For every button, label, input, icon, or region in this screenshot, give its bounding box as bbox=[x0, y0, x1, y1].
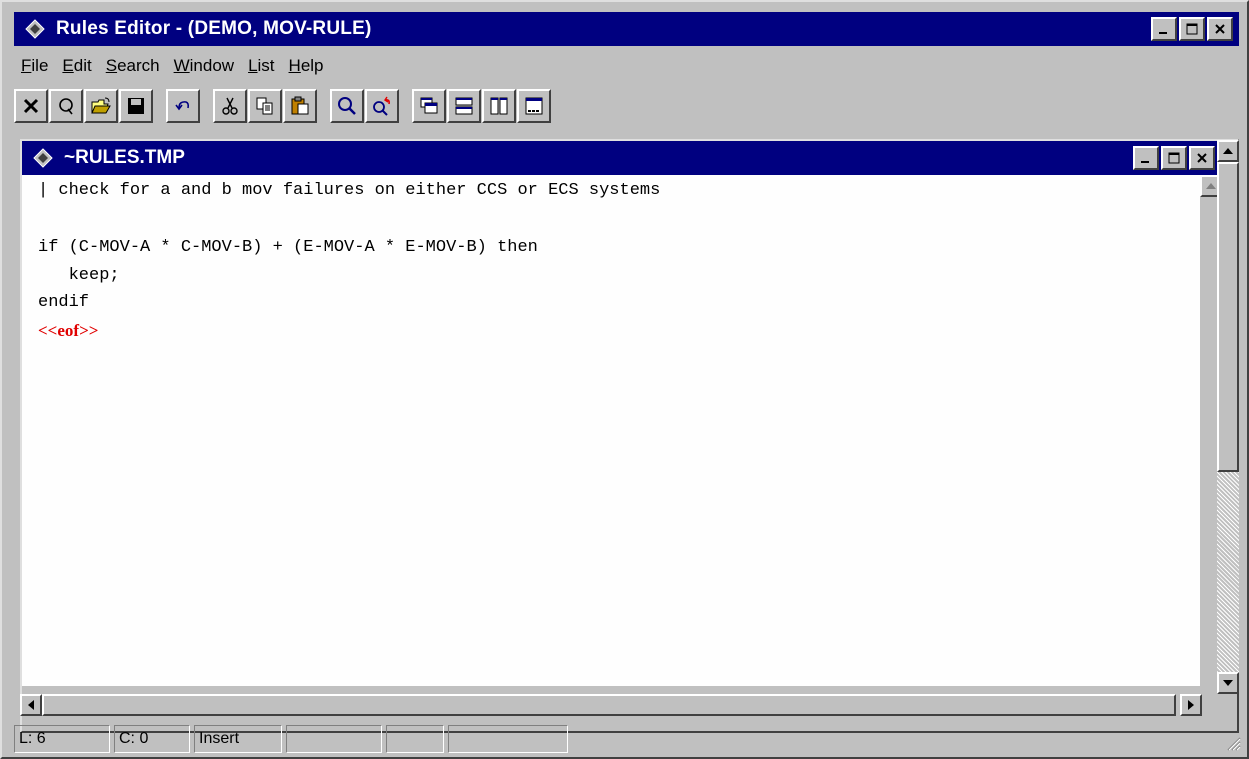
cut-icon[interactable] bbox=[213, 89, 247, 123]
paste-icon[interactable] bbox=[283, 89, 317, 123]
status-empty-cell bbox=[386, 725, 444, 753]
tile-horizontal-icon[interactable] bbox=[447, 89, 481, 123]
status-mode: Insert bbox=[194, 725, 282, 753]
menu-search[interactable]: Search bbox=[99, 56, 167, 76]
menu-list[interactable]: List bbox=[241, 56, 281, 76]
query-icon[interactable] bbox=[49, 89, 83, 123]
menu-edit[interactable]: Edit bbox=[55, 56, 98, 76]
horizontal-scrollbar[interactable] bbox=[20, 694, 1220, 716]
status-bar: L: 6 C: 0 Insert bbox=[14, 725, 572, 753]
main-vertical-scrollbar[interactable] bbox=[1217, 140, 1239, 694]
scroll-up-arrow-icon[interactable] bbox=[1217, 140, 1239, 162]
scroll-track[interactable] bbox=[1217, 472, 1239, 672]
save-disk-icon[interactable] bbox=[119, 89, 153, 123]
status-line: L: 6 bbox=[14, 725, 110, 753]
code-line[interactable]: keep; bbox=[38, 266, 120, 285]
app-diamond-icon[interactable] bbox=[22, 16, 48, 42]
scroll-down-arrow-icon[interactable] bbox=[1217, 672, 1239, 694]
copy-icon[interactable] bbox=[248, 89, 282, 123]
scroll-left-arrow-icon[interactable] bbox=[20, 694, 42, 716]
arrange-icons-icon[interactable] bbox=[517, 89, 551, 123]
rules-editor-window: Rules Editor - (DEMO, MOV-RULE) File Edit… bbox=[0, 0, 1249, 759]
doc-maximize-button[interactable] bbox=[1161, 146, 1187, 170]
code-editor[interactable]: | check for a and b mov failures on eith… bbox=[22, 175, 1200, 686]
document-title-bar[interactable]: ~RULES.TMP bbox=[22, 141, 1217, 175]
open-folder-icon[interactable] bbox=[84, 89, 118, 123]
tile-vertical-icon[interactable] bbox=[482, 89, 516, 123]
find-icon[interactable] bbox=[330, 89, 364, 123]
replace-icon[interactable] bbox=[365, 89, 399, 123]
scroll-thumb[interactable] bbox=[1217, 162, 1239, 472]
scroll-thumb-horizontal[interactable] bbox=[42, 694, 1176, 716]
minimize-button[interactable] bbox=[1151, 17, 1177, 41]
document-diamond-icon[interactable] bbox=[30, 145, 56, 171]
doc-close-button[interactable] bbox=[1189, 146, 1215, 170]
eof-marker: <<eof>> bbox=[38, 321, 99, 340]
menu-file[interactable]: File bbox=[14, 56, 55, 76]
toolbar bbox=[14, 86, 1239, 126]
status-empty-cell bbox=[286, 725, 382, 753]
menu-bar: File Edit Search Window List Help bbox=[14, 49, 331, 83]
close-doc-icon[interactable] bbox=[14, 89, 48, 123]
document-window: ~RULES.TMP | check for a and b mov failu… bbox=[20, 139, 1239, 733]
window-title: Rules Editor - (DEMO, MOV-RULE) bbox=[56, 18, 372, 39]
close-button[interactable] bbox=[1207, 17, 1233, 41]
cascade-windows-icon[interactable] bbox=[412, 89, 446, 123]
resize-grip-icon[interactable] bbox=[1223, 733, 1241, 751]
menu-window[interactable]: Window bbox=[167, 56, 241, 76]
status-column: C: 0 bbox=[114, 725, 190, 753]
code-line[interactable]: endif bbox=[38, 293, 89, 312]
undo-icon[interactable] bbox=[166, 89, 200, 123]
code-line[interactable]: if (C-MOV-A * C-MOV-B) + (E-MOV-A * E-MO… bbox=[38, 238, 538, 257]
doc-minimize-button[interactable] bbox=[1133, 146, 1159, 170]
menu-help[interactable]: Help bbox=[282, 56, 331, 76]
document-title: ~RULES.TMP bbox=[64, 147, 185, 168]
maximize-button[interactable] bbox=[1179, 17, 1205, 41]
scroll-right-arrow-icon[interactable] bbox=[1180, 694, 1202, 716]
title-bar[interactable]: Rules Editor - (DEMO, MOV-RULE) bbox=[14, 12, 1239, 46]
status-empty-cell bbox=[448, 725, 568, 753]
code-line[interactable]: | check for a and b mov failures on eith… bbox=[38, 181, 660, 200]
